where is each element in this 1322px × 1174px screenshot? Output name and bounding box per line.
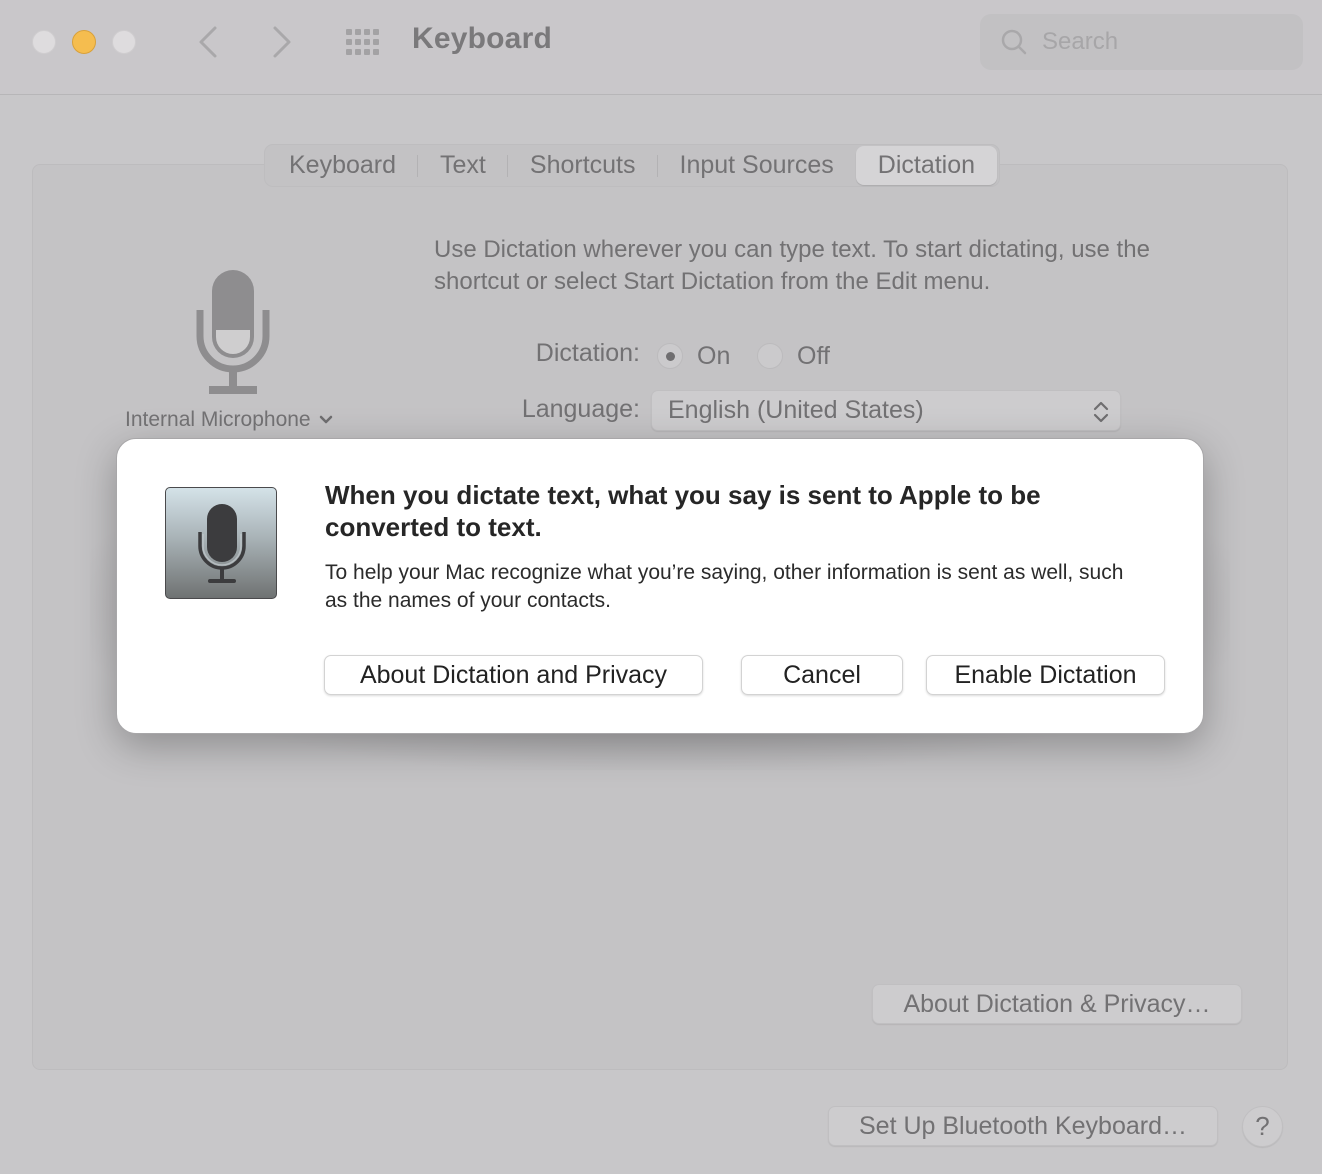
forward-button[interactable]	[262, 22, 302, 62]
dictation-description: Use Dictation wherever you can type text…	[434, 236, 1150, 295]
microphone-source-dropdown[interactable]: Internal Microphone	[125, 408, 333, 432]
language-label: Language:	[521, 395, 640, 423]
sheet-title: When you dictate text, what you say is s…	[325, 480, 1041, 542]
chevron-left-icon	[199, 26, 217, 58]
dictation-on-label[interactable]: On	[697, 342, 730, 371]
microphone-icon	[198, 504, 246, 583]
about-dictation-privacy-button[interactable]: About Dictation & Privacy…	[872, 984, 1242, 1024]
search-field[interactable]: Search	[980, 14, 1303, 70]
chevron-down-icon	[319, 415, 332, 424]
tab-input-sources[interactable]: Input Sources	[658, 146, 856, 185]
zoom-window-button[interactable]	[112, 30, 136, 54]
microphone-source-label: Internal Microphone	[125, 408, 311, 431]
tab-text[interactable]: Text	[418, 146, 508, 185]
show-all-grid-button[interactable]	[344, 27, 384, 57]
radio-selected-dot	[666, 352, 675, 361]
microphone-icon	[196, 270, 270, 394]
cancel-button[interactable]: Cancel	[741, 655, 903, 695]
chevron-right-icon	[273, 26, 291, 58]
language-value: English (United States)	[668, 396, 924, 424]
up-down-chevron-icon	[1093, 401, 1109, 423]
enable-dictation-button[interactable]: Enable Dictation	[926, 655, 1165, 695]
dictation-on-radio[interactable]	[657, 343, 683, 369]
setup-bluetooth-keyboard-button[interactable]: Set Up Bluetooth Keyboard…	[828, 1106, 1218, 1146]
search-placeholder: Search	[1042, 28, 1119, 55]
title-bar: Keyboard Search	[0, 0, 1322, 95]
dictation-privacy-sheet: When you dictate text, what you say is s…	[116, 438, 1204, 734]
tab-dictation[interactable]: Dictation	[855, 146, 998, 185]
tab-keyboard[interactable]: Keyboard	[267, 146, 419, 185]
window-title: Keyboard	[412, 22, 552, 55]
search-icon	[1001, 29, 1027, 55]
about-dictation-and-privacy-button[interactable]: About Dictation and Privacy	[324, 655, 703, 695]
dictation-app-icon	[165, 487, 277, 599]
help-button[interactable]: ?	[1242, 1106, 1283, 1147]
tab-bar: Keyboard Text Shortcuts Input Sources Di…	[264, 144, 1001, 187]
dictation-label: Dictation:	[535, 339, 640, 367]
minimize-window-button[interactable]	[72, 30, 96, 54]
close-window-button[interactable]	[32, 30, 56, 54]
back-button[interactable]	[188, 22, 228, 62]
language-select[interactable]: English (United States)	[651, 390, 1121, 431]
tab-shortcuts[interactable]: Shortcuts	[508, 146, 658, 185]
dictation-off-label[interactable]: Off	[797, 342, 830, 371]
dictation-off-radio[interactable]	[757, 343, 783, 369]
sheet-message: To help your Mac recognize what you’re s…	[325, 561, 1124, 612]
